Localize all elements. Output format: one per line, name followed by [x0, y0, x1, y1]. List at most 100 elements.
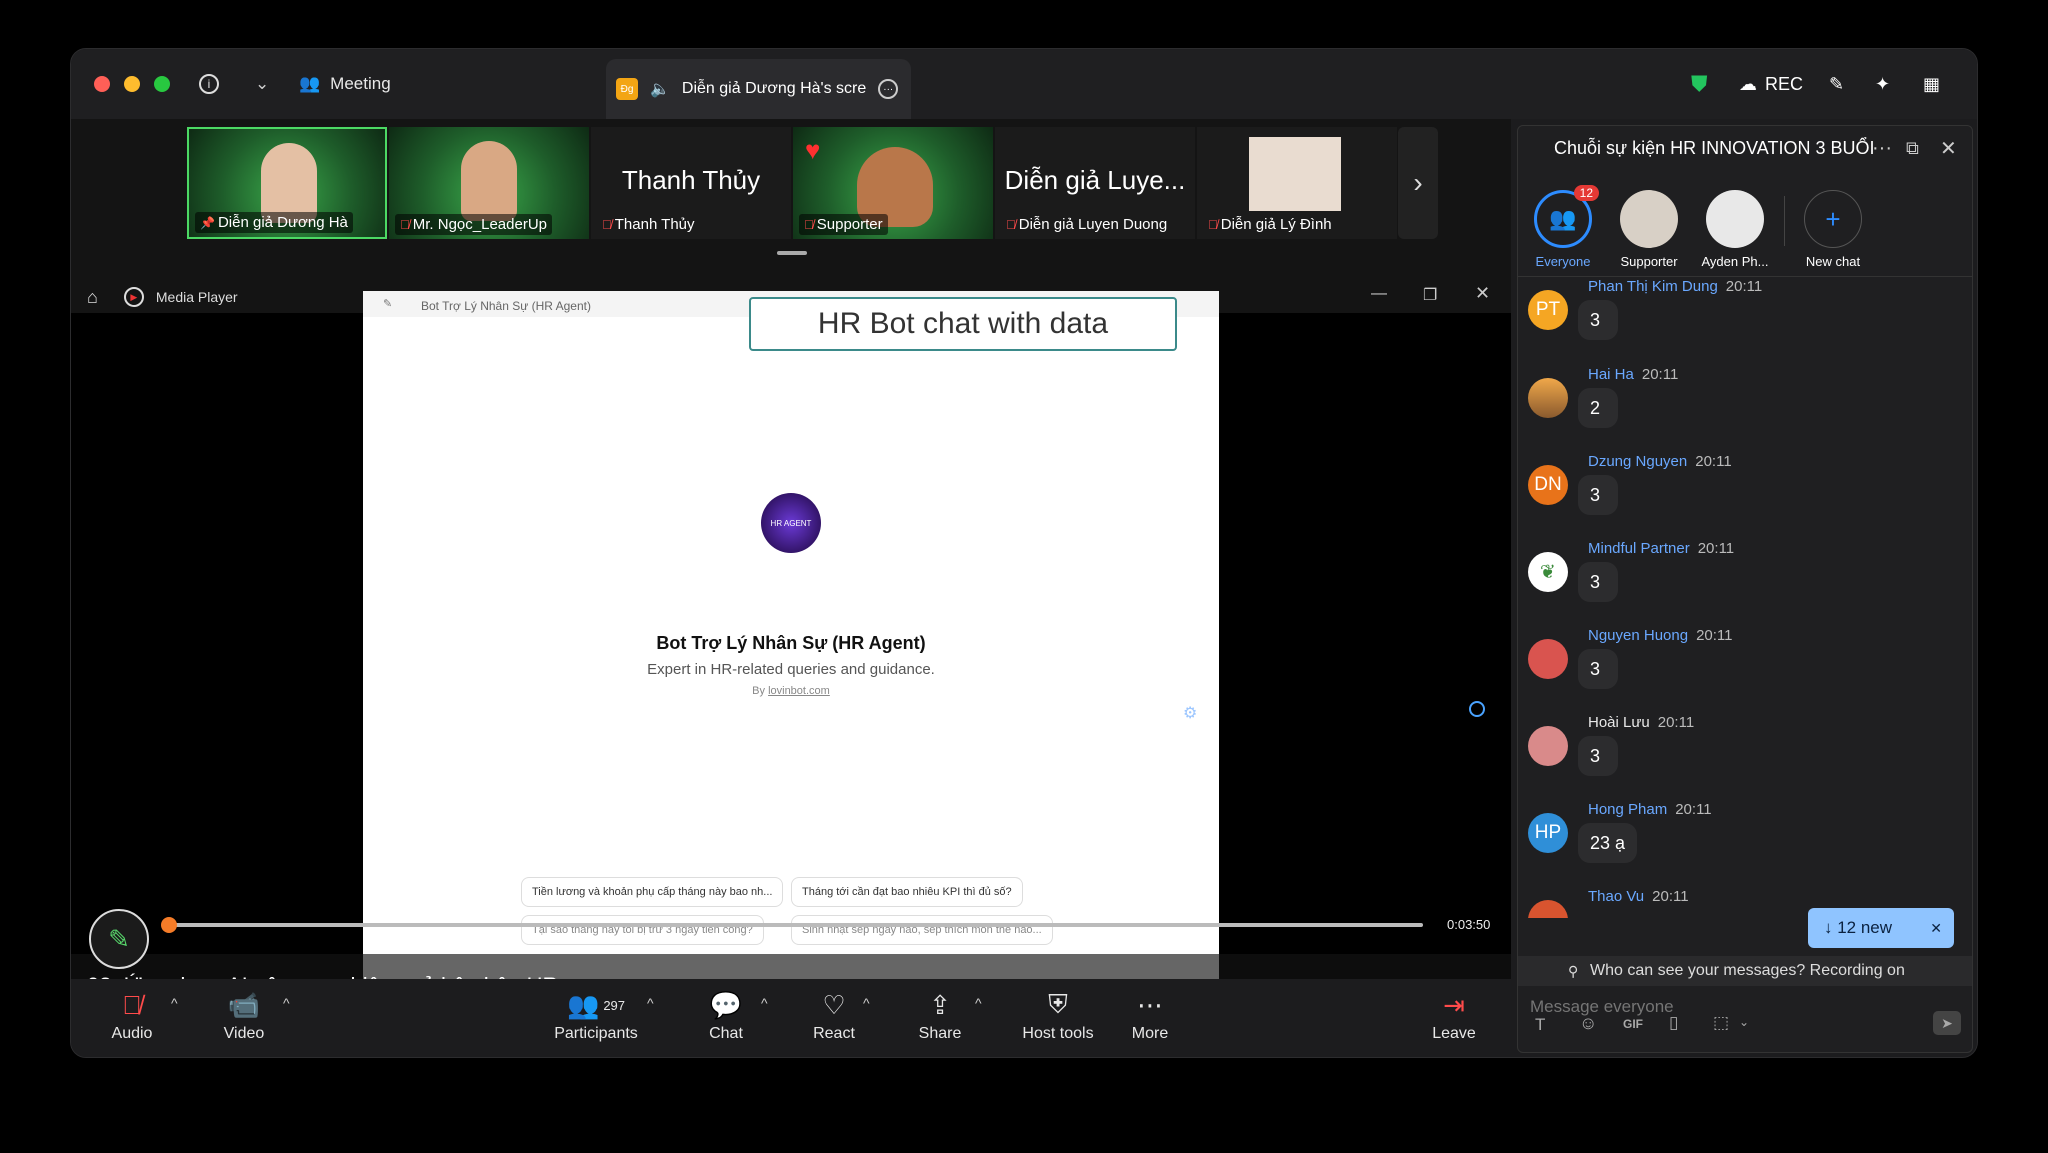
- sender-name: Hai Ha: [1588, 366, 1634, 383]
- recording-indicator[interactable]: ☁ REC: [1739, 69, 1803, 99]
- suggestion-chip[interactable]: Sinh nhật sếp ngày nào, sếp thích món th…: [791, 915, 1053, 945]
- chat-messages: PT Phan Thị Kim Dung 20:11 3 Hai Ha 20:11 …: [1518, 276, 1972, 1016]
- avatar: [1528, 378, 1568, 418]
- avatar-initials: PT: [1535, 299, 1561, 320]
- react-options-caret[interactable]: ^: [863, 995, 870, 1011]
- player-close-icon[interactable]: ✕: [1475, 283, 1490, 304]
- more-options-icon[interactable]: ···: [878, 79, 899, 99]
- audio-options-caret[interactable]: ^: [171, 995, 178, 1011]
- participant-tile[interactable]: Thanh Thủy 🎙̸ Thanh Thủy: [591, 127, 791, 239]
- sender-name: Nguyen Huong: [1588, 627, 1689, 644]
- unread-badge: 12: [1573, 185, 1599, 201]
- new-messages-pill[interactable]: ↓ 12 new ✕: [1808, 908, 1954, 948]
- participant-tile[interactable]: Diễn giả Luye... 🎙̸ Diễn giả Luyen Duong: [995, 127, 1195, 239]
- annotate-button[interactable]: ✎: [89, 909, 149, 969]
- sender-name: Dzung Nguyen: [1588, 453, 1688, 470]
- participant-tile[interactable]: 🎙̸ Diễn giả Lý Đình: [1197, 127, 1397, 239]
- security-shield-icon[interactable]: ⛊: [1691, 69, 1708, 99]
- chat-button[interactable]: 💬 Chat: [681, 985, 771, 1043]
- emoji-icon[interactable]: ☺: [1579, 1013, 1597, 1034]
- close-window-button[interactable]: [94, 76, 110, 92]
- apps-grid-icon[interactable]: ▦: [1923, 69, 1940, 99]
- player-minimize-icon[interactable]: —: [1371, 285, 1387, 303]
- video-camera-icon: 📹: [227, 989, 261, 1020]
- chat-options-caret[interactable]: ^: [761, 995, 768, 1011]
- pencil-icon[interactable]: ✎: [1829, 69, 1844, 99]
- share-button[interactable]: ⇪ Share: [895, 985, 985, 1043]
- more-button[interactable]: ⋯ More: [1105, 985, 1195, 1043]
- maximize-window-button[interactable]: [154, 76, 170, 92]
- file-icon[interactable]: ▯: [1669, 1013, 1678, 1033]
- participant-tile[interactable]: 🎙̸ Mr. Ngọc_LeaderUp: [389, 127, 589, 239]
- participants-label: Participants: [554, 1025, 638, 1042]
- format-text-icon[interactable]: T: [1535, 1015, 1545, 1035]
- video-button[interactable]: 📹 Video: [199, 985, 289, 1043]
- strip-next-button[interactable]: ›: [1398, 127, 1438, 239]
- chat-header: Chuỗi sự kiện HR INNOVATION 3 BUỔI ··· ⧉…: [1518, 126, 1972, 170]
- privacy-note[interactable]: ⚲ Who can see your messages? Recording o…: [1518, 956, 1972, 986]
- rec-label: REC: [1765, 73, 1804, 94]
- info-icon[interactable]: i: [199, 69, 219, 99]
- message-bubble: 3: [1578, 736, 1618, 776]
- chat-icon: 💬: [709, 989, 743, 1020]
- leave-button[interactable]: ⇥ Leave: [1409, 985, 1499, 1043]
- suggestion-chip[interactable]: Tiền lương và khoản phụ cấp tháng này ba…: [521, 877, 784, 907]
- participant-video: [1249, 137, 1341, 211]
- screen-share-tab[interactable]: Đg 🔈 Diễn giả Dương Hà's scre ···: [606, 59, 911, 119]
- share-options-caret[interactable]: ^: [975, 995, 982, 1011]
- suggestion-chip[interactable]: Tại sao tháng này tôi bị trừ 3 ngày tiền…: [521, 915, 764, 945]
- participants-options-caret[interactable]: ^: [647, 995, 654, 1011]
- audio-button[interactable]: 🎙̸ Audio: [87, 985, 177, 1043]
- chat-target-supporter[interactable]: Supporter: [1612, 190, 1686, 269]
- hr-agent-logo: HR AGENT: [761, 493, 821, 553]
- bot-link[interactable]: lovinbot.com: [768, 685, 830, 697]
- chat-target-everyone[interactable]: 👥 12 Everyone: [1526, 185, 1600, 269]
- screenshot-icon[interactable]: ⬚: [1713, 1013, 1729, 1033]
- participants-icon: 👥: [566, 989, 600, 1020]
- gif-icon[interactable]: GIF: [1623, 1017, 1643, 1031]
- pin-icon: 📌: [200, 215, 215, 230]
- message-time: 20:11: [1657, 714, 1695, 731]
- speaker-icon: 🔈: [650, 81, 670, 98]
- participant-tile[interactable]: 📌 Diễn giả Dương Hà: [187, 127, 387, 239]
- suggestion-chip[interactable]: Tháng tới cần đạt bao nhiêu KPI thì đủ s…: [791, 877, 1023, 907]
- chevron-right-icon: ›: [1413, 167, 1423, 198]
- participant-tile[interactable]: ♥ 🎙̸ Supporter: [793, 127, 993, 239]
- participant-name: Diễn giả Dương Hà: [217, 214, 348, 231]
- sender-name: Mindful Partner: [1588, 540, 1690, 557]
- chevron-down-icon[interactable]: ⌄: [255, 69, 269, 99]
- ai-sparkle-icon[interactable]: ✦: [1875, 69, 1890, 99]
- pop-out-icon[interactable]: ⧉: [1906, 138, 1919, 159]
- avatar: HP: [1528, 813, 1568, 853]
- chat-label: Chat: [709, 1025, 743, 1042]
- bot-by: By: [752, 685, 765, 697]
- host-tools-button[interactable]: ⛨ Host tools: [1003, 985, 1113, 1043]
- message-time: 20:11: [1695, 453, 1732, 470]
- chevron-down-icon[interactable]: ⌄: [1739, 1015, 1749, 1029]
- participants-button[interactable]: 👥 297 Participants: [541, 985, 651, 1043]
- react-button[interactable]: ♡ React: [789, 985, 879, 1043]
- message-bubble: 23 ạ: [1578, 823, 1638, 863]
- chat-target-ayden[interactable]: Ayden Ph...: [1698, 190, 1772, 269]
- minimize-window-button[interactable]: [124, 76, 140, 92]
- strip-drag-handle[interactable]: [777, 251, 807, 255]
- sender-name: Hong Pham: [1588, 801, 1668, 818]
- mic-off-icon: 🎙̸: [1208, 217, 1218, 232]
- video-options-caret[interactable]: ^: [283, 995, 290, 1011]
- participant-name: Diễn giả Lý Đình: [1220, 216, 1332, 233]
- home-icon[interactable]: ⌂: [87, 287, 98, 308]
- sender-name: Hoài Lưu: [1588, 714, 1650, 731]
- message-header: Mindful Partner 20:11: [1588, 540, 1734, 557]
- progress-track[interactable]: [171, 923, 1423, 927]
- share-screen-icon: ⇪: [929, 989, 951, 1020]
- close-icon[interactable]: ✕: [1930, 920, 1942, 937]
- close-icon[interactable]: ✕: [1940, 136, 1957, 161]
- send-button[interactable]: ➤: [1933, 1011, 1961, 1035]
- more-options-icon[interactable]: ···: [1872, 137, 1892, 160]
- progress-handle[interactable]: [161, 917, 177, 933]
- meeting-tab[interactable]: 👥 Meeting: [299, 69, 391, 99]
- new-chat-button[interactable]: + New chat: [1796, 190, 1870, 269]
- list-item: ❦ Mindful Partner 20:11 3: [1528, 540, 1958, 622]
- person-lock-icon: ⚲: [1568, 962, 1579, 979]
- player-restore-icon[interactable]: ❐: [1423, 285, 1437, 305]
